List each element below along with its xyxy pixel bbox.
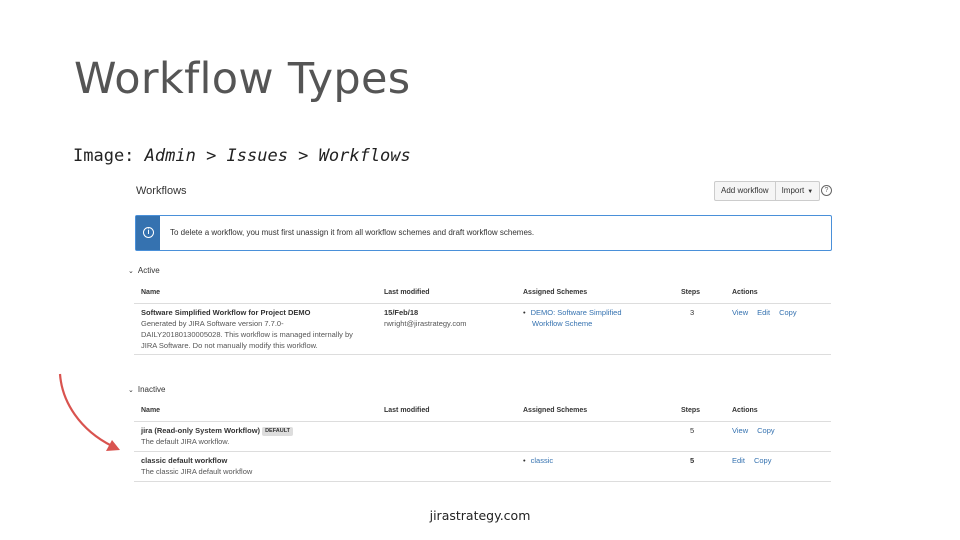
col-assigned-schemes: Assigned Schemes — [523, 289, 588, 296]
steps-count: 5 — [690, 426, 695, 435]
copy-link[interactable]: Copy — [757, 426, 775, 435]
edit-link[interactable]: Edit — [732, 456, 745, 465]
workflow-name: jira (Read-only System Workflow) — [141, 426, 261, 435]
scheme-link[interactable]: DEMO: Software Simplified — [531, 307, 622, 318]
info-bar: i — [136, 216, 160, 250]
footer-text: jirastrategy.com — [429, 508, 531, 523]
col-steps: Steps — [681, 289, 701, 296]
inactive-label: Inactive — [137, 385, 166, 394]
default-badge: DEFAULT — [262, 427, 294, 436]
workflow-name: Software Simplified Workflow for Project… — [141, 308, 311, 317]
col-last-modified: Last modified — [384, 407, 430, 414]
chevron-down-icon: ⌄ — [128, 268, 134, 275]
table-row: classic default workflow The classic JIR… — [134, 452, 831, 482]
last-modified-cell: 15/Feb/18 rwright@jirastrategy.com — [384, 307, 467, 329]
workflow-desc-line: DAILY20180130005028. This workflow is ma… — [141, 330, 353, 339]
workflow-desc-line: JIRA Software. Do not manually modify th… — [141, 341, 318, 350]
workflow-desc: The classic JIRA default workflow — [141, 467, 253, 476]
actions-cell: View Copy — [732, 425, 775, 436]
import-button[interactable]: Import ▼ — [774, 182, 820, 200]
workflow-desc-line: Generated by JIRA Software version 7.7.0… — [141, 319, 284, 328]
col-name: Name — [141, 407, 161, 414]
steps-count: 3 — [690, 308, 695, 317]
table-row: Software Simplified Workflow for Project… — [134, 304, 831, 355]
info-icon: i — [143, 227, 154, 238]
help-icon[interactable]: ? — [821, 185, 832, 196]
scheme-link-cont[interactable]: Workflow Scheme — [532, 318, 622, 329]
table-row: jira (Read-only System Workflow) DEFAULT … — [134, 422, 831, 452]
pointer-arrow — [58, 373, 120, 451]
slide-caption: Image: Admin > Issues > Workflows — [73, 146, 411, 166]
chevron-down-icon: ⌄ — [128, 387, 134, 394]
assigned-schemes-cell: DEMO: Software Simplified Workflow Schem… — [531, 307, 622, 329]
chevron-down-icon: ▼ — [807, 189, 814, 195]
view-link[interactable]: View — [732, 308, 748, 317]
actions-cell: View Edit Copy — [732, 307, 797, 318]
workflow-name: classic default workflow — [141, 456, 228, 465]
col-steps: Steps — [681, 407, 701, 414]
inactive-section-toggle[interactable]: ⌄ Inactive — [128, 385, 165, 394]
col-last-modified: Last modified — [384, 289, 430, 296]
info-text: To delete a workflow, you must first una… — [170, 228, 535, 237]
scheme-link[interactable]: classic — [531, 455, 554, 466]
page-title: Workflows — [136, 185, 187, 197]
workflow-name-cell: jira (Read-only System Workflow) DEFAULT … — [141, 425, 376, 447]
col-actions: Actions — [732, 289, 758, 296]
copy-link[interactable]: Copy — [779, 308, 797, 317]
modified-date: 15/Feb/18 — [384, 308, 419, 317]
view-link[interactable]: View — [732, 426, 748, 435]
steps-count: 5 — [690, 456, 695, 465]
workflow-name-cell: Software Simplified Workflow for Project… — [141, 307, 376, 351]
slide-title: Workflow Types — [74, 54, 411, 104]
active-table-header: Name Last modified Assigned Schemes Step… — [134, 282, 831, 304]
workflow-desc: The default JIRA workflow. — [141, 437, 230, 446]
workflow-name-cell: classic default workflow The classic JIR… — [141, 455, 376, 477]
col-assigned-schemes: Assigned Schemes — [523, 407, 588, 414]
actions-cell: Edit Copy — [732, 455, 771, 466]
col-actions: Actions — [732, 407, 758, 414]
inactive-table-header: Name Last modified Assigned Schemes Step… — [134, 400, 831, 422]
workflows-screenshot: Workflows Add workflow Import ▼ ? i To de… — [128, 178, 834, 486]
col-name: Name — [141, 289, 161, 296]
assigned-schemes-cell: classic — [531, 455, 554, 466]
toolbar: Add workflow Import ▼ — [714, 181, 821, 201]
copy-link[interactable]: Copy — [754, 456, 772, 465]
active-section-toggle[interactable]: ⌄ Active — [128, 266, 160, 275]
add-workflow-button[interactable]: Add workflow — [715, 182, 775, 200]
caption-prefix: Image: — [73, 146, 145, 166]
import-label: Import — [781, 186, 805, 195]
info-message: i To delete a workflow, you must first u… — [135, 215, 832, 251]
edit-link[interactable]: Edit — [757, 308, 770, 317]
active-label: Active — [137, 266, 160, 275]
modified-by: rwright@jirastrategy.com — [384, 319, 467, 328]
caption-path: Admin > Issues > Workflows — [144, 146, 411, 166]
